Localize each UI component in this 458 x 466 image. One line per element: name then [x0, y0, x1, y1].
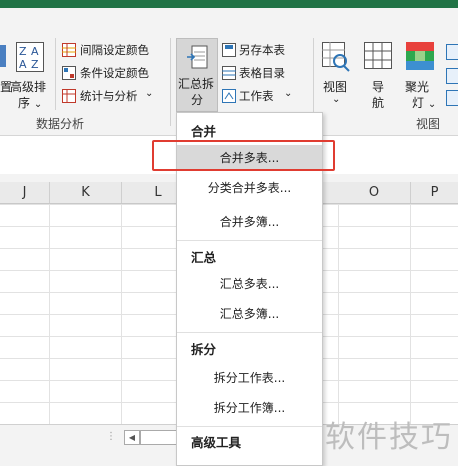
group-label-view: 视图 [416, 117, 441, 131]
svg-text:A: A [31, 45, 39, 58]
statistics-label: 统计与分析 [80, 89, 138, 103]
table-directory-label: 表格目录 [239, 66, 285, 80]
watermark-text: 软件技巧 [325, 420, 453, 455]
navigation-label-2: 航 [372, 96, 385, 110]
navigation-grid-icon [364, 42, 392, 69]
column-header-k[interactable]: K [50, 182, 122, 203]
spotlight-button[interactable]: 聚光 灯 ⌄ [402, 42, 438, 112]
advanced-sort-button[interactable]: Z A A Z 高级排 序 ⌄ [10, 42, 50, 112]
menu-divider [177, 426, 322, 427]
advanced-sort-label-2: 序 ⌄ [18, 96, 43, 110]
column-header-j[interactable]: J [0, 182, 50, 203]
chevron-down-icon: ⌄ [145, 88, 154, 99]
table-directory-icon [222, 66, 236, 80]
column-header-o[interactable]: O [338, 182, 411, 203]
worksheet-button[interactable]: 工作表 ⌄ [222, 86, 312, 108]
partial-icon [446, 44, 458, 60]
grid-line [338, 204, 339, 424]
interval-color-icon [62, 43, 76, 57]
title-bar [0, 0, 458, 8]
statistics-analysis-button[interactable]: 统计与分析 ⌄ [60, 86, 168, 108]
worksheet-icon [222, 89, 236, 103]
spotlight-label-2: 灯 ⌄ [412, 96, 437, 110]
menu-divider [177, 240, 322, 241]
menu-section-advanced-tools: 高级工具 [191, 435, 242, 450]
menu-section-split: 拆分 [191, 342, 217, 357]
condition-color-button[interactable]: 条件设定颜色 [60, 63, 168, 85]
save-sheet-icon [222, 43, 236, 57]
navigation-label-1: 导 [372, 80, 385, 94]
partial-icon [446, 68, 458, 84]
svg-text:A: A [19, 58, 27, 71]
condition-color-label: 条件设定颜色 [80, 66, 149, 80]
resize-grip-icon[interactable]: ⋮ [106, 431, 116, 443]
summarize-split-label-2: 分 [191, 93, 204, 107]
interval-color-label: 间隔设定颜色 [80, 43, 149, 57]
view-magnifier-icon [322, 42, 350, 72]
sort-az-icon: Z A A Z [16, 42, 44, 72]
partial-icon [446, 90, 458, 106]
view-button[interactable]: 视图 ⌄ [318, 42, 354, 112]
worksheet-label: 工作表 [239, 89, 274, 103]
column-header-p[interactable]: P [411, 182, 458, 203]
summarize-split-button[interactable]: 汇总拆 分 [176, 38, 218, 112]
svg-text:Z: Z [19, 45, 27, 58]
group-label-data-analysis: 数据分析 [36, 117, 85, 131]
menu-item-split-workbook[interactable]: 拆分工作簿... [177, 395, 322, 421]
highlight-annotation-box [152, 140, 335, 171]
save-sheet-label: 另存本表 [239, 43, 285, 57]
navigation-button[interactable]: 导 航 [362, 42, 394, 112]
menu-section-summarize: 汇总 [191, 250, 217, 265]
ribbon-separator [170, 38, 171, 126]
advanced-sort-label-1: 高级排 [10, 80, 47, 94]
partial-icon [0, 45, 6, 67]
chevron-down-icon: ⌄ [33, 99, 43, 110]
interval-color-button[interactable]: 间隔设定颜色 [60, 40, 168, 62]
condition-color-icon [62, 66, 76, 80]
summarize-split-label-1: 汇总拆 [178, 77, 215, 91]
grid-line [410, 204, 411, 424]
save-sheet-button[interactable]: 另存本表 [222, 40, 312, 62]
menu-item-summarize-sheets[interactable]: 汇总多表... [177, 271, 322, 297]
menu-section-merge: 合并 [191, 124, 217, 139]
grid-line [121, 204, 122, 424]
spotlight-icon [406, 42, 434, 70]
table-directory-button[interactable]: 表格目录 [222, 63, 312, 85]
statistics-icon [62, 89, 76, 103]
ribbon-separator [55, 38, 56, 110]
split-merge-icon [187, 45, 208, 69]
menu-item-merge-workbooks[interactable]: 合并多簿... [177, 209, 322, 235]
chevron-down-icon: ⌄ [332, 94, 341, 105]
chevron-down-icon: ⌄ [427, 99, 437, 110]
menu-item-split-worksheet[interactable]: 拆分工作表... [177, 365, 322, 391]
scroll-left-button[interactable]: ◀ [124, 430, 140, 445]
menu-divider [177, 332, 322, 333]
menu-item-summarize-workbooks[interactable]: 汇总多簿... [177, 301, 322, 327]
menu-item-category-merge-sheets[interactable]: 分类合并多表... [177, 175, 322, 201]
spotlight-label-1: 聚光 [405, 80, 430, 94]
grid-line [49, 204, 50, 424]
view-label: 视图 [323, 80, 348, 94]
chevron-down-icon: ⌄ [284, 88, 293, 99]
svg-text:Z: Z [31, 58, 39, 71]
